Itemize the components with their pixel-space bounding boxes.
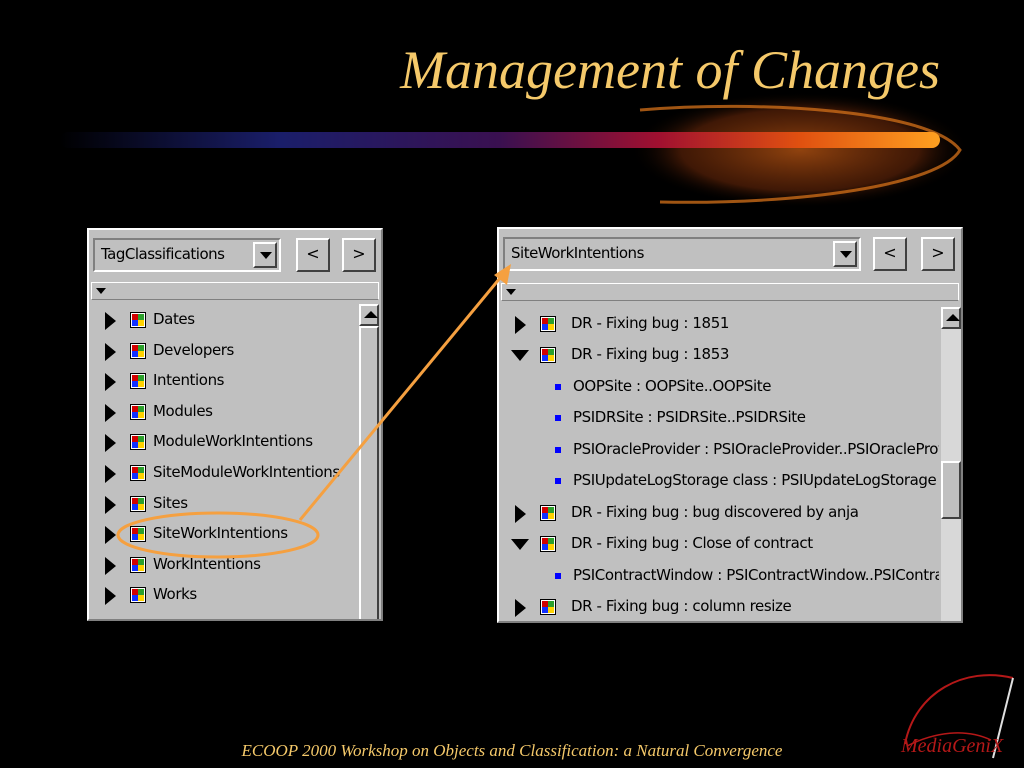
expand-arrow-icon[interactable] bbox=[515, 599, 526, 617]
dropdown-arrow-icon[interactable] bbox=[833, 241, 857, 267]
classification-tree: Dates Developers Intentions Modules Modu… bbox=[89, 304, 357, 619]
tree-row[interactable]: Dates bbox=[89, 305, 357, 336]
vertical-scrollbar[interactable] bbox=[359, 304, 379, 619]
scroll-up-icon[interactable] bbox=[941, 307, 961, 329]
expand-arrow-icon[interactable] bbox=[105, 434, 116, 452]
next-button[interactable]: > bbox=[921, 237, 955, 271]
tree-row[interactable]: DR - Fixing bug : 1853 bbox=[499, 340, 939, 371]
dropdown-arrow-icon[interactable] bbox=[253, 242, 277, 268]
expand-arrow-icon[interactable] bbox=[105, 312, 116, 330]
previous-button[interactable]: < bbox=[296, 238, 330, 272]
tree-row[interactable]: DR - Fixing bug : bug discovered by anja bbox=[499, 498, 939, 529]
tree-leaf-row[interactable]: PSIDRSite : PSIDRSite..PSIDRSite bbox=[499, 403, 939, 434]
tree-row[interactable]: Modules bbox=[89, 397, 357, 428]
tree-leaf-row[interactable]: OOPSite : OOPSite..OOPSite bbox=[499, 372, 939, 403]
class-icon bbox=[540, 505, 556, 521]
class-icon bbox=[130, 526, 146, 542]
tree-row[interactable]: Sites bbox=[89, 489, 357, 520]
previous-button[interactable]: < bbox=[873, 237, 907, 271]
tree-row[interactable]: DR - Fixing bug : column resize bbox=[499, 592, 939, 621]
class-icon bbox=[130, 343, 146, 359]
next-button[interactable]: > bbox=[342, 238, 376, 272]
bullet-icon bbox=[555, 573, 561, 579]
class-icon bbox=[130, 557, 146, 573]
bullet-icon bbox=[555, 415, 561, 421]
expand-arrow-icon[interactable] bbox=[515, 316, 526, 334]
expand-arrow-icon[interactable] bbox=[105, 526, 116, 544]
bullet-icon bbox=[555, 478, 561, 484]
class-icon bbox=[130, 587, 146, 603]
class-icon bbox=[540, 347, 556, 363]
bullet-icon bbox=[555, 447, 561, 453]
tree-row[interactable]: DR - Fixing bug : Close of contract bbox=[499, 529, 939, 560]
tree-row[interactable]: Intentions bbox=[89, 366, 357, 397]
tree-leaf-row[interactable]: PSIOracleProvider : PSIOracleProvider..P… bbox=[499, 435, 939, 466]
class-icon bbox=[540, 599, 556, 615]
site-work-intentions-panel: SiteWorkIntentions < > DR - Fixing bug :… bbox=[497, 227, 963, 623]
slide-footer: ECOOP 2000 Workshop on Objects and Class… bbox=[241, 741, 783, 760]
tree-row[interactable]: SiteModuleWorkIntentions bbox=[89, 458, 357, 489]
tree-row-highlighted[interactable]: SiteWorkIntentions bbox=[89, 519, 357, 550]
vertical-scrollbar[interactable] bbox=[941, 307, 961, 621]
tree-row[interactable]: WorkIntentions bbox=[89, 550, 357, 581]
expand-arrow-icon[interactable] bbox=[105, 465, 116, 483]
class-icon bbox=[130, 312, 146, 328]
work-intentions-tree: DR - Fixing bug : 1851 DR - Fixing bug :… bbox=[499, 307, 939, 621]
expand-arrow-icon[interactable] bbox=[515, 505, 526, 523]
collapse-arrow-icon[interactable] bbox=[511, 350, 529, 361]
expand-arrow-icon[interactable] bbox=[105, 587, 116, 605]
scroll-thumb[interactable] bbox=[941, 461, 961, 519]
tree-row[interactable]: Developers bbox=[89, 336, 357, 367]
scroll-up-icon[interactable] bbox=[359, 304, 379, 326]
title-swoosh-decoration bbox=[60, 92, 970, 208]
class-icon bbox=[130, 434, 146, 450]
classification-combo[interactable]: SiteWorkIntentions bbox=[503, 237, 861, 271]
tree-row[interactable]: DR - Fixing bug : 1851 bbox=[499, 309, 939, 340]
tree-leaf-row[interactable]: PSIContractWindow : PSIContractWindow..P… bbox=[499, 561, 939, 592]
tree-row[interactable]: Works bbox=[89, 580, 357, 611]
expand-arrow-icon[interactable] bbox=[105, 343, 116, 361]
column-menu-strip[interactable] bbox=[91, 282, 379, 300]
tag-classifications-panel: TagClassifications < > Dates Developers … bbox=[87, 228, 383, 621]
column-menu-strip[interactable] bbox=[501, 283, 959, 301]
bullet-icon bbox=[555, 384, 561, 390]
combo-value: TagClassifications bbox=[101, 245, 225, 263]
expand-arrow-icon[interactable] bbox=[105, 496, 116, 514]
class-icon bbox=[540, 536, 556, 552]
tree-row[interactable]: ModuleWorkIntentions bbox=[89, 427, 357, 458]
class-icon bbox=[130, 373, 146, 389]
class-icon bbox=[130, 496, 146, 512]
tree-leaf-row[interactable]: PSIUpdateLogStorage class : PSIUpdateLog… bbox=[499, 466, 939, 497]
scroll-thumb[interactable] bbox=[359, 326, 379, 619]
classification-combo[interactable]: TagClassifications bbox=[93, 238, 281, 272]
expand-arrow-icon[interactable] bbox=[105, 404, 116, 422]
class-icon bbox=[130, 404, 146, 420]
class-icon bbox=[540, 316, 556, 332]
class-icon bbox=[130, 465, 146, 481]
combo-value: SiteWorkIntentions bbox=[511, 244, 644, 262]
collapse-arrow-icon[interactable] bbox=[511, 539, 529, 550]
expand-arrow-icon[interactable] bbox=[105, 557, 116, 575]
expand-arrow-icon[interactable] bbox=[105, 373, 116, 391]
